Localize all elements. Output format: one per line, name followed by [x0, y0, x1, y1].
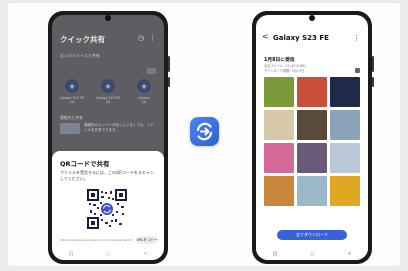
right-phone: < Galaxy S23 FE ⋮ 1月8日に受信 合計ファイル: 12 (45… [252, 11, 374, 264]
photo-thumbnail[interactable] [330, 176, 360, 206]
photo-thumbnail[interactable] [264, 110, 294, 140]
contacts-info: 連絡先のメンバーが近くにいなくても、ファイルを共有できます。 [60, 123, 156, 134]
received-files-screen: < Galaxy S23 FE ⋮ 1月8日に受信 合計ファイル: 12 (45… [256, 15, 368, 260]
quick-share-screen: クイック共有 ◷ ⋮ 近くのデバイスと共有 ◉ Galaxy S23 FE (1)… [52, 15, 164, 260]
photo-thumbnail[interactable] [264, 77, 294, 107]
device-icon: ◉ [137, 79, 151, 93]
power-button [372, 77, 374, 87]
photo-thumbnail[interactable] [297, 77, 327, 107]
copy-url-button[interactable]: URLをコピー [136, 236, 158, 244]
power-button [168, 77, 170, 87]
settings-chip[interactable] [147, 68, 156, 74]
qr-share-sheet: QRコードで共有 ファイルを受信するには、このQRコードをスキャンしてください。 [52, 151, 164, 260]
recents-button[interactable]: ||| [272, 251, 277, 257]
device-item[interactable]: ◉ Galaxy S23 FE (2) [96, 79, 120, 104]
back-button[interactable]: < [347, 251, 351, 257]
volume-button [168, 56, 170, 72]
device-name: Galaxy S23 FE (1) [60, 96, 84, 105]
photo-grid [264, 77, 360, 206]
nearby-subtitle: 近くのデバイスと共有 [60, 53, 100, 58]
front-camera [309, 15, 315, 21]
back-button[interactable]: < [143, 251, 147, 257]
device-item[interactable]: ◉ Galaxy (3) [132, 79, 156, 104]
photo-thumbnail[interactable] [297, 110, 327, 140]
download-all-button[interactable]: 全てダウンロード [277, 230, 347, 240]
recents-button[interactable]: ||| [68, 251, 73, 257]
home-button[interactable]: ○ [310, 251, 314, 257]
received-date: 1月8日に受信 [264, 58, 295, 63]
device-icon: ◉ [101, 79, 115, 93]
history-icon[interactable]: ◷ [138, 34, 144, 42]
navigation-bar: ||| ○ < [256, 248, 368, 260]
device-name: Galaxy S23 FE (2) [96, 96, 120, 105]
qr-sheet-title: QRコードで共有 [60, 160, 110, 168]
photo-thumbnail[interactable] [330, 77, 360, 107]
left-phone: クイック共有 ◷ ⋮ 近くのデバイスと共有 ◉ Galaxy S23 FE (1)… [48, 11, 170, 264]
page-title: Galaxy S23 FE [273, 34, 329, 42]
stage: クイック共有 ◷ ⋮ 近くのデバイスと共有 ◉ Galaxy S23 FE (1)… [0, 0, 408, 271]
more-icon[interactable]: ⋮ [353, 34, 360, 42]
navigation-bar: ||| ○ < [52, 248, 164, 260]
photo-thumbnail[interactable] [330, 110, 360, 140]
grid-view-icon[interactable] [355, 68, 360, 73]
header-actions: ◷ ⋮ [138, 34, 156, 42]
front-camera [105, 15, 111, 21]
contacts-section-label: 連絡先と共有 [60, 115, 83, 120]
qr-sheet-description: ファイルを受信するには、このQRコードをスキャンしてください。 [60, 170, 154, 181]
contacts-illustration-icon [60, 123, 80, 134]
photo-thumbnail[interactable] [330, 143, 360, 173]
device-list: ◉ Galaxy S23 FE (1) ◉ Galaxy S23 FE (2) ◉ … [60, 79, 156, 104]
more-icon[interactable]: ⋮ [149, 34, 156, 42]
quick-share-glyph [196, 122, 213, 141]
photo-thumbnail[interactable] [264, 143, 294, 173]
volume-button [372, 56, 374, 72]
device-item[interactable]: ◉ Galaxy S23 FE (1) [60, 79, 84, 104]
qr-code [87, 189, 127, 229]
share-url[interactable]: https://quickshare.samsungcloud.com/shar… [60, 239, 135, 242]
photo-thumbnail[interactable] [297, 176, 327, 206]
home-button[interactable]: ○ [106, 251, 110, 257]
device-name: Galaxy (3) [138, 96, 150, 105]
contacts-info-text: 連絡先のメンバーが近くにいなくても、ファイルを共有できます。 [84, 123, 154, 132]
page-title: クイック共有 [60, 35, 105, 44]
device-icon: ◉ [65, 79, 79, 93]
quick-share-icon [190, 117, 219, 146]
photo-thumbnail[interactable] [264, 176, 294, 206]
photo-thumbnail[interactable] [297, 143, 327, 173]
back-arrow-icon[interactable]: < [262, 32, 269, 41]
download-deadline: ダウンロード期限: 1月10日 [264, 69, 305, 73]
